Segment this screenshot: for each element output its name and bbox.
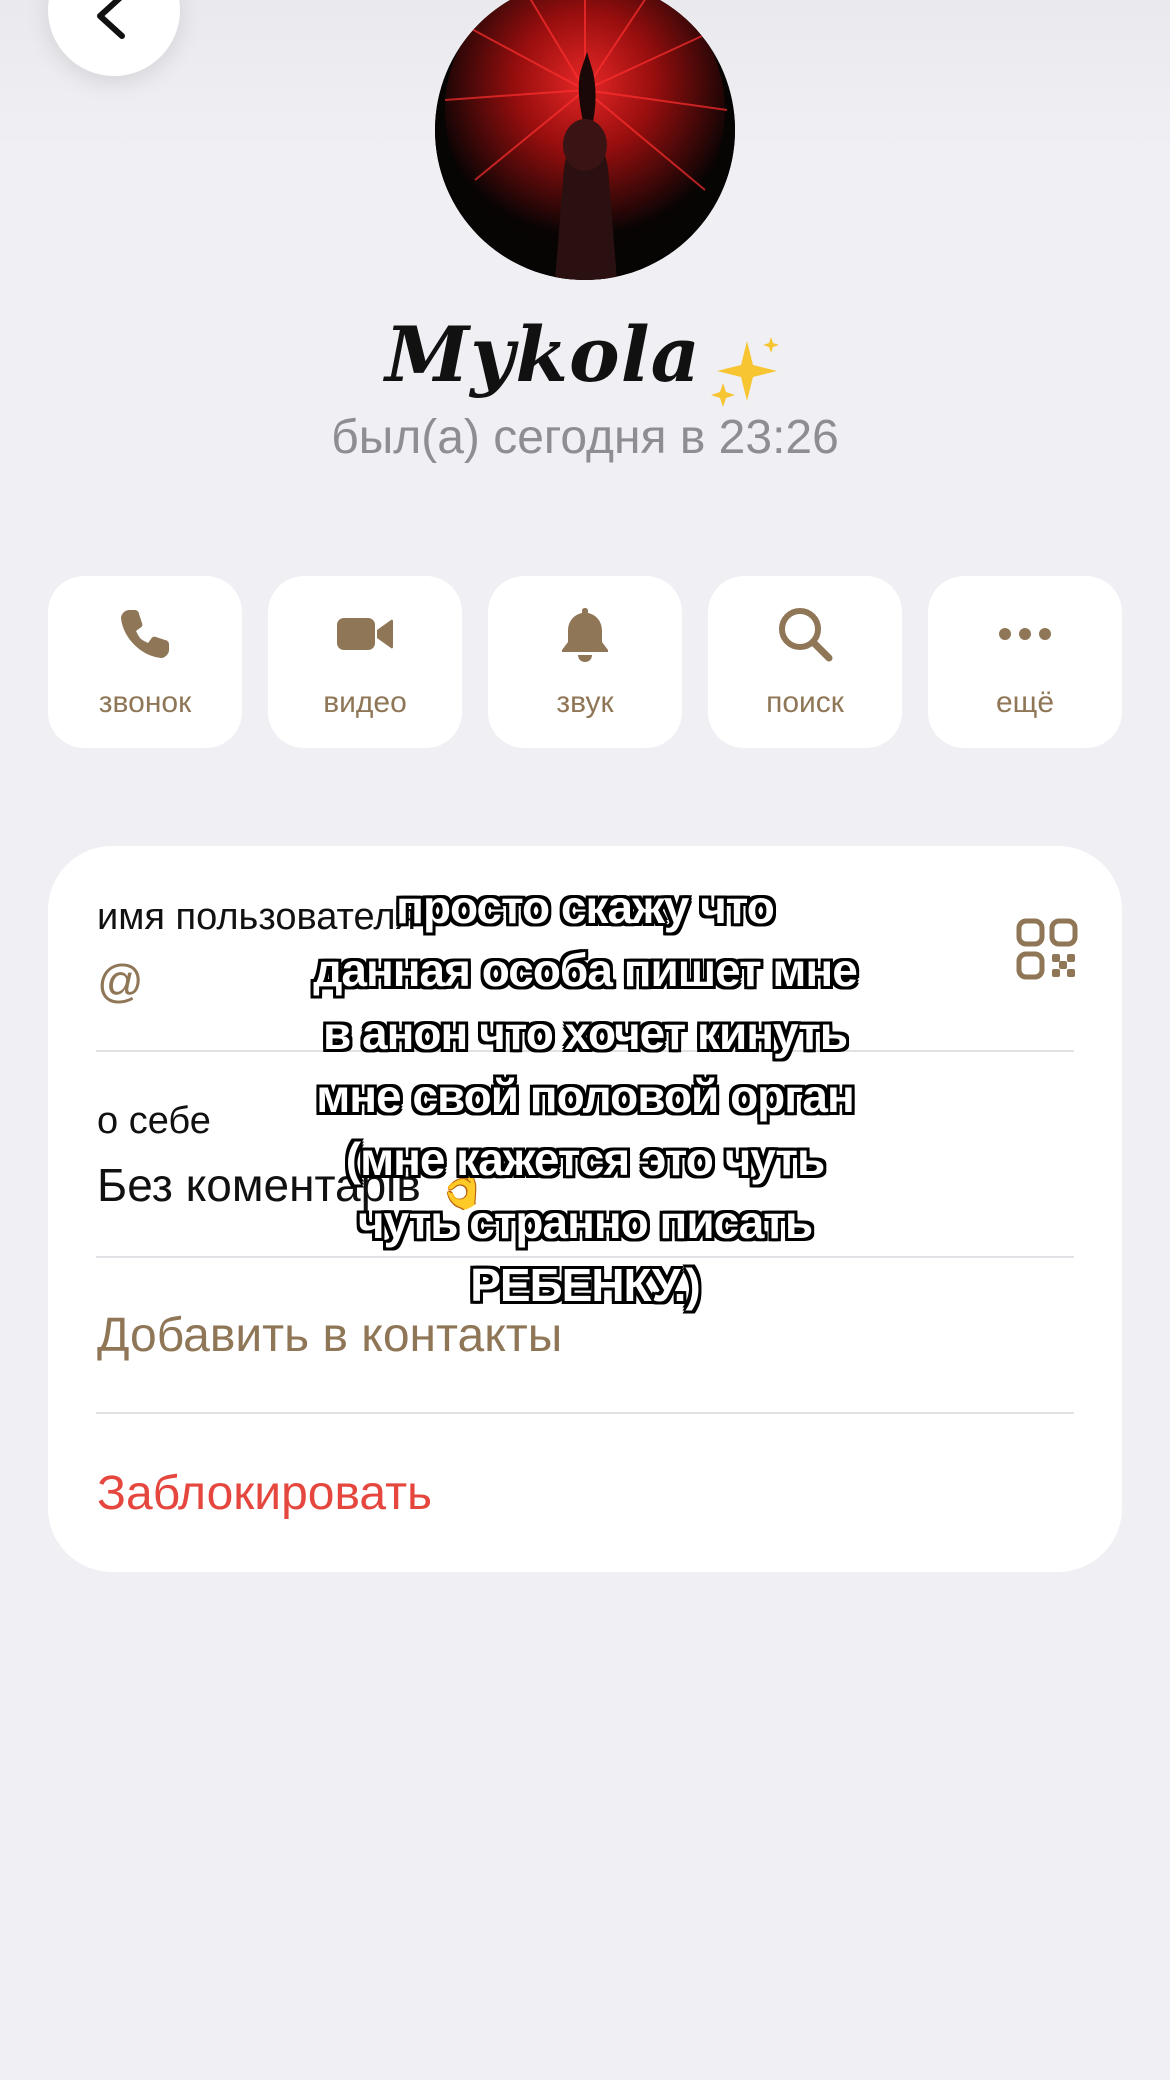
qr-code-icon[interactable] — [1016, 918, 1078, 980]
more-label: ещё — [995, 686, 1055, 719]
caption-line: данная особа пишет мне — [313, 944, 858, 996]
search-button[interactable]: поиск — [708, 576, 902, 748]
video-label: видео — [323, 686, 407, 719]
divider — [96, 1412, 1074, 1414]
call-label: звонок — [98, 686, 192, 719]
caption-line: чуть странно писать — [357, 1196, 813, 1248]
call-button[interactable]: звонок — [48, 576, 242, 748]
more-button[interactable]: ещё — [928, 576, 1122, 748]
chevron-left-icon — [97, 0, 125, 39]
search-label: поиск — [766, 686, 844, 719]
video-button[interactable]: видео — [268, 576, 462, 748]
bell-icon — [562, 608, 608, 662]
username-value[interactable]: @ — [97, 954, 144, 1008]
avatar-image — [435, 0, 735, 280]
sound-label: звук — [556, 686, 614, 719]
video-camera-icon — [337, 618, 393, 650]
caption-line: (мне кажется это чуть — [345, 1133, 825, 1185]
caption-line: РЕБЕНКУ.) — [470, 1259, 701, 1311]
more-dots-icon — [999, 628, 1051, 640]
sound-button[interactable]: звук — [488, 576, 682, 748]
search-icon — [779, 608, 833, 662]
overlay-caption: просто скажу что данная особа пишет мне … — [185, 876, 985, 1317]
caption-line: мне свой половой орган — [316, 1070, 855, 1122]
block-user-button[interactable]: Заблокировать — [97, 1466, 432, 1521]
last-seen-status: был(а) сегодня в 23:26 — [331, 411, 839, 464]
sparkles-icon — [707, 335, 785, 418]
profile-name-row: Mykola — [0, 310, 1170, 418]
profile-name: Mykola — [385, 310, 701, 399]
avatar[interactable] — [435, 0, 735, 280]
caption-line: просто скажу что — [396, 881, 775, 933]
action-buttons: звонок видео звук поиск ещё — [48, 576, 1122, 748]
caption-line: в анон что хочет кинуть — [322, 1007, 848, 1059]
phone-icon — [121, 610, 169, 658]
